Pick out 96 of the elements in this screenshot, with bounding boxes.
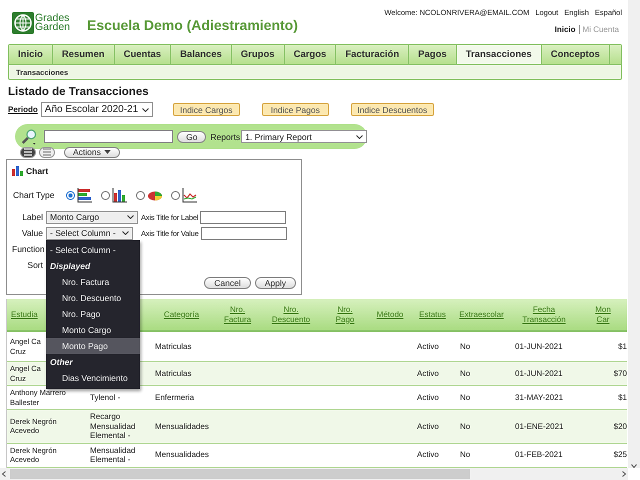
line-chart-icon — [182, 187, 198, 203]
reports-label: Reports — [210, 132, 240, 142]
table-cell: $20 — [614, 422, 627, 430]
radio-button[interactable] — [66, 190, 76, 200]
reports-select[interactable]: 1. Primary Report — [241, 130, 367, 143]
dropdown-option[interactable]: Nro. Descuento — [46, 290, 140, 306]
logo-text: Grades — [35, 14, 70, 23]
column-header[interactable]: Estudia — [11, 310, 38, 320]
index-button[interactable]: Indice Descuentos — [350, 103, 434, 116]
axis-title-field[interactable] — [200, 210, 286, 224]
field-label: Function — [12, 244, 43, 254]
radio-button[interactable] — [136, 190, 146, 200]
group-label: Other — [49, 356, 74, 368]
dropdown-option[interactable]: Monto Cargo — [46, 322, 140, 338]
field-label: Label — [21, 212, 43, 222]
nav-tab[interactable]: Balances — [171, 45, 232, 64]
period-select[interactable]: Año Escolar 2020-21 — [40, 102, 153, 117]
search-icon[interactable] — [21, 126, 38, 146]
column-header[interactable]: Estatus — [419, 310, 446, 320]
table-cell: No — [460, 368, 470, 378]
index-button[interactable]: Indice Cargos — [172, 103, 240, 116]
search-field[interactable] — [44, 130, 174, 143]
table-cell: Activo — [417, 342, 439, 351]
chevron-down-icon — [142, 108, 149, 112]
dropdown-option[interactable]: Monto Pago — [46, 338, 140, 354]
table-cell: No — [460, 450, 470, 460]
table-cell: No — [460, 422, 470, 430]
radio-button[interactable] — [101, 190, 110, 200]
table-cell: Mensualidades — [155, 422, 209, 430]
table-cell: $70 — [614, 368, 627, 378]
nav-tab[interactable]: Inicio — [9, 45, 53, 64]
chevron-down-icon — [122, 231, 129, 235]
table-cell: Mensualidad Elemental - — [90, 446, 136, 464]
chevron-down-icon — [127, 215, 134, 219]
panel-button[interactable]: Cancel — [204, 277, 251, 289]
table-cell: $1 — [618, 342, 627, 351]
dropdown-option[interactable]: Nro. Factura — [46, 274, 140, 290]
nav-tab[interactable]: Cargos — [284, 45, 336, 64]
scroll-left-icon[interactable] — [0, 471, 8, 477]
scroll-down-icon[interactable] — [631, 464, 637, 468]
page-title: Listado de Transacciones — [8, 86, 150, 98]
dropdown-option[interactable]: Dias Vencimiento — [46, 370, 140, 386]
value-select[interactable]: - Select Column - — [46, 226, 133, 240]
globe-logo-icon — [12, 12, 34, 34]
nav-tab[interactable]: Conceptos — [542, 45, 610, 64]
scroll-right-icon[interactable] — [620, 471, 628, 477]
column-header[interactable]: Categoría — [164, 310, 200, 320]
table-cell: 01-FEB-2021 — [515, 450, 563, 460]
field-label: Value — [20, 228, 43, 238]
vertical-scrollbar[interactable] — [628, 0, 640, 468]
panel-title: Chart — [26, 166, 48, 176]
list-view-icon[interactable] — [20, 146, 36, 158]
bar-chart-icon — [112, 187, 128, 203]
table-cell: Enfermeria — [155, 392, 194, 402]
period-label[interactable]: Periodo — [8, 105, 38, 114]
table-cell: Recargo Mensualidad Elemental - — [90, 412, 136, 440]
table-cell: Tylenol - — [90, 392, 120, 402]
table-cell: Activo — [417, 392, 439, 402]
horizontal-bar-chart-icon — [77, 187, 94, 203]
table-cell: 01-ENE-2021 — [515, 422, 564, 430]
nav-tab[interactable]: Cuentas — [114, 45, 172, 64]
table-cell: 31-MAY-2021 — [515, 392, 564, 402]
axis-title-field[interactable] — [200, 226, 287, 240]
table-cell: $25 — [614, 450, 627, 460]
table-cell: 01-JUN-2021 — [515, 368, 563, 378]
table-cell: No — [460, 342, 470, 351]
go-button[interactable]: Go — [177, 130, 206, 142]
table-cell: Activo — [417, 368, 439, 378]
nav-tab[interactable]: Resumen — [52, 45, 115, 64]
table-cell: Matriculas — [155, 368, 192, 378]
field-label: Chart Type — [13, 190, 54, 200]
label-select[interactable]: Monto Cargo — [46, 210, 138, 224]
table-cell: Activo — [417, 422, 439, 430]
index-button[interactable]: Indice Pagos — [262, 103, 329, 116]
nav-tab[interactable]: Transacciones — [456, 45, 542, 64]
table-cell: No — [460, 392, 470, 402]
field-label: Sort — [26, 260, 43, 270]
dropdown-option[interactable]: - Select Column - — [46, 242, 140, 258]
account-link[interactable]: Inicio — [552, 25, 579, 34]
table-cell: $1 — [618, 392, 627, 402]
nav-tab[interactable]: Grupos — [232, 45, 285, 64]
logo-text: Garden — [35, 23, 70, 32]
nav-tab[interactable]: Facturación — [336, 45, 410, 64]
table-cell: Mensualidades — [155, 450, 209, 460]
table-cell: 01-JUN-2021 — [515, 342, 563, 351]
bar-chart-icon — [12, 165, 24, 176]
chevron-down-icon — [356, 134, 363, 138]
radio-button[interactable] — [171, 190, 180, 200]
table-cell: Activo — [417, 450, 439, 460]
panel-button[interactable]: Apply — [254, 277, 296, 289]
group-label: Displayed — [49, 260, 92, 273]
dropdown-option[interactable]: Nro. Pago — [46, 306, 140, 322]
table-cell: Matriculas — [155, 342, 192, 351]
school-title: Escuela Demo (Adiestramiento) — [87, 17, 298, 33]
horizontal-scrollbar[interactable] — [0, 468, 628, 480]
actions-button[interactable]: Actions — [64, 146, 120, 158]
